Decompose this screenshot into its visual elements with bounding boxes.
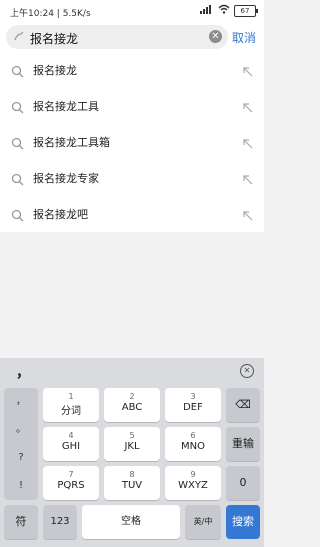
key-3[interactable]: 3 DEF bbox=[165, 388, 221, 422]
punct-key[interactable]: ， bbox=[4, 388, 38, 416]
fill-arrow-icon[interactable] bbox=[242, 171, 254, 185]
punct-key[interactable]: 。 bbox=[4, 416, 38, 444]
keyboard-candidate-bar: ， ✕ bbox=[0, 358, 264, 386]
suggestion-item[interactable]: 报名接龙吧 bbox=[0, 196, 264, 232]
number-button[interactable]: 123 bbox=[43, 505, 77, 539]
search-icon bbox=[11, 135, 24, 150]
delete-button[interactable]: ⌫ bbox=[226, 388, 260, 422]
key-9[interactable]: 9 WXYZ bbox=[165, 466, 221, 500]
punct-key[interactable]: ? bbox=[4, 444, 38, 472]
punctuation-column: ， 。 ? ! bbox=[4, 388, 38, 500]
clear-icon[interactable]: ✕ bbox=[209, 30, 222, 43]
fill-arrow-icon[interactable] bbox=[242, 135, 254, 149]
search-icon bbox=[11, 63, 24, 78]
suggestion-label: 报名接龙 bbox=[33, 64, 77, 77]
key-0[interactable]: 0 bbox=[226, 466, 260, 500]
search-icon bbox=[11, 207, 24, 222]
suggestion-label: 报名接龙工具箱 bbox=[33, 136, 110, 149]
keyboard: ， ✕ ， 。 ? ! 1 分词 2 ABC 3 DEF ⌫ 4 GHI 5 J… bbox=[0, 358, 264, 547]
key-6[interactable]: 6 MNO bbox=[165, 427, 221, 461]
search-icon bbox=[11, 99, 24, 114]
close-keyboard-icon[interactable]: ✕ bbox=[240, 364, 254, 378]
key-4[interactable]: 4 GHI bbox=[43, 427, 99, 461]
suggestion-label: 报名接龙工具 bbox=[33, 100, 99, 113]
symbol-button[interactable]: 符 bbox=[4, 505, 38, 539]
space-button[interactable]: 空格 bbox=[82, 505, 180, 539]
key-7[interactable]: 7 PQRS bbox=[43, 466, 99, 500]
fill-arrow-icon[interactable] bbox=[242, 207, 254, 221]
suggestion-item[interactable]: 报名接龙 bbox=[0, 52, 264, 88]
battery-icon: 67 bbox=[234, 4, 258, 17]
key-8[interactable]: 8 TUV bbox=[104, 466, 160, 500]
status-bar: 上午10:24 | 5.5K/s 67 bbox=[0, 0, 264, 22]
suggestion-list: 报名接龙 报名接龙工具 报名接龙工具箱 报名接龙专家 报名接龙吧 bbox=[0, 52, 264, 232]
search-button[interactable]: 搜索 bbox=[226, 505, 260, 539]
key-1[interactable]: 1 分词 bbox=[43, 388, 99, 422]
language-toggle[interactable]: 英/中 bbox=[185, 505, 221, 539]
punct-key[interactable]: ! bbox=[4, 472, 38, 500]
key-2[interactable]: 2 ABC bbox=[104, 388, 160, 422]
wifi-icon bbox=[218, 4, 230, 17]
reenter-button[interactable]: 重输 bbox=[226, 427, 260, 461]
suggestion-item[interactable]: 报名接龙工具箱 bbox=[0, 124, 264, 160]
suggestion-item[interactable]: 报名接龙工具 bbox=[0, 88, 264, 124]
search-icon bbox=[11, 171, 24, 186]
signal-icon bbox=[200, 4, 214, 17]
suggestion-label: 报名接龙吧 bbox=[33, 208, 88, 221]
suggestion-item[interactable]: 报名接龙专家 bbox=[0, 160, 264, 196]
cancel-button[interactable]: 取消 bbox=[232, 29, 256, 46]
search-icon bbox=[12, 29, 26, 43]
key-5[interactable]: 5 JKL bbox=[104, 427, 160, 461]
search-input[interactable]: 报名接龙 ✕ bbox=[6, 25, 228, 49]
suggestion-label: 报名接龙专家 bbox=[33, 172, 99, 185]
search-value: 报名接龙 bbox=[30, 32, 79, 46]
status-time: 上午10:24 | 5.5K/s bbox=[10, 9, 91, 19]
backspace-icon: ⌫ bbox=[235, 398, 251, 411]
candidate-punct[interactable]: ， bbox=[16, 362, 30, 382]
status-icons: 67 bbox=[200, 4, 258, 17]
fill-arrow-icon[interactable] bbox=[242, 63, 254, 77]
fill-arrow-icon[interactable] bbox=[242, 99, 254, 113]
search-bar: 报名接龙 ✕ 取消 bbox=[0, 22, 264, 52]
